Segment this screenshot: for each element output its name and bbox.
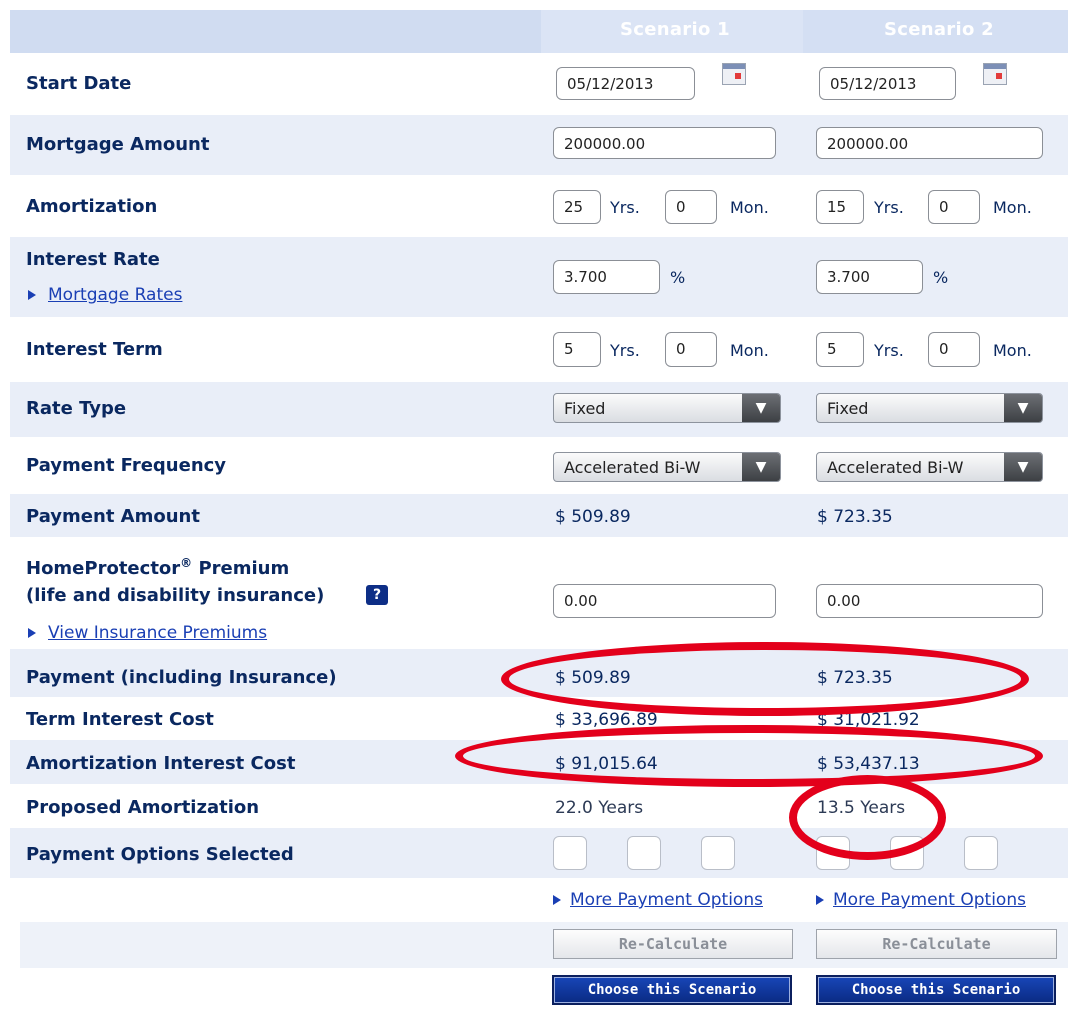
mortgage-rates-arrow-icon <box>28 290 36 300</box>
s1-amortization-years-input[interactable]: 25 <box>553 190 601 224</box>
s1-choose-scenario-button[interactable]: Choose this Scenario <box>552 975 792 1005</box>
interest-rate-label: Interest Rate <box>26 249 160 270</box>
s1-payment-amount-value: $ 509.89 <box>555 507 631 527</box>
s2-payment-option-checkbox[interactable] <box>964 836 998 870</box>
s2-amortization-years-input[interactable]: 15 <box>816 190 864 224</box>
term-interest-cost-label: Term Interest Cost <box>26 709 214 730</box>
s2-amortization-months-input[interactable]: 0 <box>928 190 980 224</box>
s1-payment-frequency-chevron-down-icon: ▼ <box>742 453 780 481</box>
interest-term-label: Interest Term <box>26 339 163 360</box>
view-premiums-arrow-icon <box>28 628 36 638</box>
amortization-interest-cost-label: Amortization Interest Cost <box>26 753 296 774</box>
registered-mark: ® <box>180 556 193 570</box>
s1-rate-type-chevron-down-icon: ▼ <box>742 394 780 422</box>
s1-amortization-mon-unit: Mon. <box>730 198 769 217</box>
s2-more-payment-options-link[interactable]: More Payment Options <box>833 890 1026 910</box>
s1-amortization-yrs-unit: Yrs. <box>610 198 640 217</box>
annotation-circle-proposed-amortization <box>789 775 946 860</box>
s1-interest-term-years-input[interactable]: 5 <box>553 332 601 367</box>
s2-interest-rate-input[interactable]: 3.700 <box>816 260 923 294</box>
proposed-amortization-label: Proposed Amortization <box>26 797 260 818</box>
s1-interest-term-mon-unit: Mon. <box>730 341 769 360</box>
payment-frequency-label: Payment Frequency <box>26 455 227 476</box>
s1-proposed-amortization-value: 22.0 Years <box>555 798 644 818</box>
s1-mortgage-amount-input[interactable]: 200000.00 <box>553 127 776 159</box>
row-amortization <box>10 175 1068 237</box>
mortgage-rates-link[interactable]: Mortgage Rates <box>48 285 182 305</box>
s2-payment-frequency-chevron-down-icon: ▼ <box>1004 453 1042 481</box>
s2-amortization-mon-unit: Mon. <box>993 198 1032 217</box>
s2-payment-amount-value: $ 723.35 <box>817 507 893 527</box>
s2-choose-scenario-button[interactable]: Choose this Scenario <box>816 975 1056 1005</box>
start-date-label: Start Date <box>26 73 132 94</box>
s1-payment-frequency-select[interactable]: Accelerated Bi-W ▼ <box>553 452 781 482</box>
home-protector-sublabel: (life and disability insurance) <box>26 585 325 606</box>
row-interest-term <box>10 317 1068 382</box>
s1-payment-option-checkbox[interactable] <box>553 836 587 870</box>
rate-type-label: Rate Type <box>26 398 127 419</box>
s1-payment-option-checkbox[interactable] <box>701 836 735 870</box>
s2-payment-frequency-select[interactable]: Accelerated Bi-W ▼ <box>816 452 1043 482</box>
s2-interest-term-years-input[interactable]: 5 <box>816 332 864 367</box>
s2-interest-term-months-input[interactable]: 0 <box>928 332 980 367</box>
home-protector-label: HomeProtector® Premium <box>26 556 290 579</box>
s1-interest-rate-percent: % <box>670 268 686 287</box>
s2-payment-frequency-value: Accelerated Bi-W <box>827 458 964 477</box>
mortgage-amount-label: Mortgage Amount <box>26 134 210 155</box>
s2-home-protector-input[interactable]: 0.00 <box>816 584 1043 618</box>
s1-recalculate-button[interactable]: Re-Calculate <box>553 929 793 959</box>
payment-options-selected-label: Payment Options Selected <box>26 844 294 865</box>
s1-more-options-arrow-icon <box>553 895 561 905</box>
annotation-circle-payment <box>501 642 1029 716</box>
s1-start-date-input[interactable]: 05/12/2013 <box>556 67 695 100</box>
s1-payment-frequency-value: Accelerated Bi-W <box>564 458 701 477</box>
amortization-label: Amortization <box>26 196 158 217</box>
s2-mortgage-amount-input[interactable]: 200000.00 <box>816 127 1043 159</box>
s2-rate-type-select[interactable]: Fixed ▼ <box>816 393 1043 423</box>
s2-rate-type-chevron-down-icon: ▼ <box>1004 394 1042 422</box>
s1-rate-type-select[interactable]: Fixed ▼ <box>553 393 781 423</box>
s2-more-options-arrow-icon <box>816 895 824 905</box>
s1-rate-type-value: Fixed <box>564 399 606 418</box>
view-insurance-premiums-link[interactable]: View Insurance Premiums <box>48 623 267 643</box>
s1-calendar-icon[interactable] <box>722 63 746 85</box>
s1-home-protector-input[interactable]: 0.00 <box>553 584 776 618</box>
s2-interest-term-mon-unit: Mon. <box>993 341 1032 360</box>
s1-payment-option-checkbox[interactable] <box>627 836 661 870</box>
payment-including-insurance-label: Payment (including Insurance) <box>26 667 337 688</box>
s1-more-payment-options-link[interactable]: More Payment Options <box>570 890 763 910</box>
s2-interest-term-yrs-unit: Yrs. <box>874 341 904 360</box>
s2-interest-rate-percent: % <box>933 268 949 287</box>
s1-amortization-months-input[interactable]: 0 <box>665 190 717 224</box>
s2-recalculate-button[interactable]: Re-Calculate <box>816 929 1057 959</box>
help-icon[interactable]: ? <box>366 585 388 605</box>
s1-interest-rate-input[interactable]: 3.700 <box>553 260 660 294</box>
s2-calendar-icon[interactable] <box>983 63 1007 85</box>
payment-amount-label: Payment Amount <box>26 506 200 527</box>
s2-amortization-yrs-unit: Yrs. <box>874 198 904 217</box>
annotation-circle-amortization-cost <box>455 725 1043 787</box>
s1-interest-term-months-input[interactable]: 0 <box>665 332 717 367</box>
s2-rate-type-value: Fixed <box>827 399 869 418</box>
s2-start-date-input[interactable]: 05/12/2013 <box>819 67 956 100</box>
scenario1-header: Scenario 1 <box>620 19 731 40</box>
scenario2-header: Scenario 2 <box>884 19 995 40</box>
s1-interest-term-yrs-unit: Yrs. <box>610 341 640 360</box>
